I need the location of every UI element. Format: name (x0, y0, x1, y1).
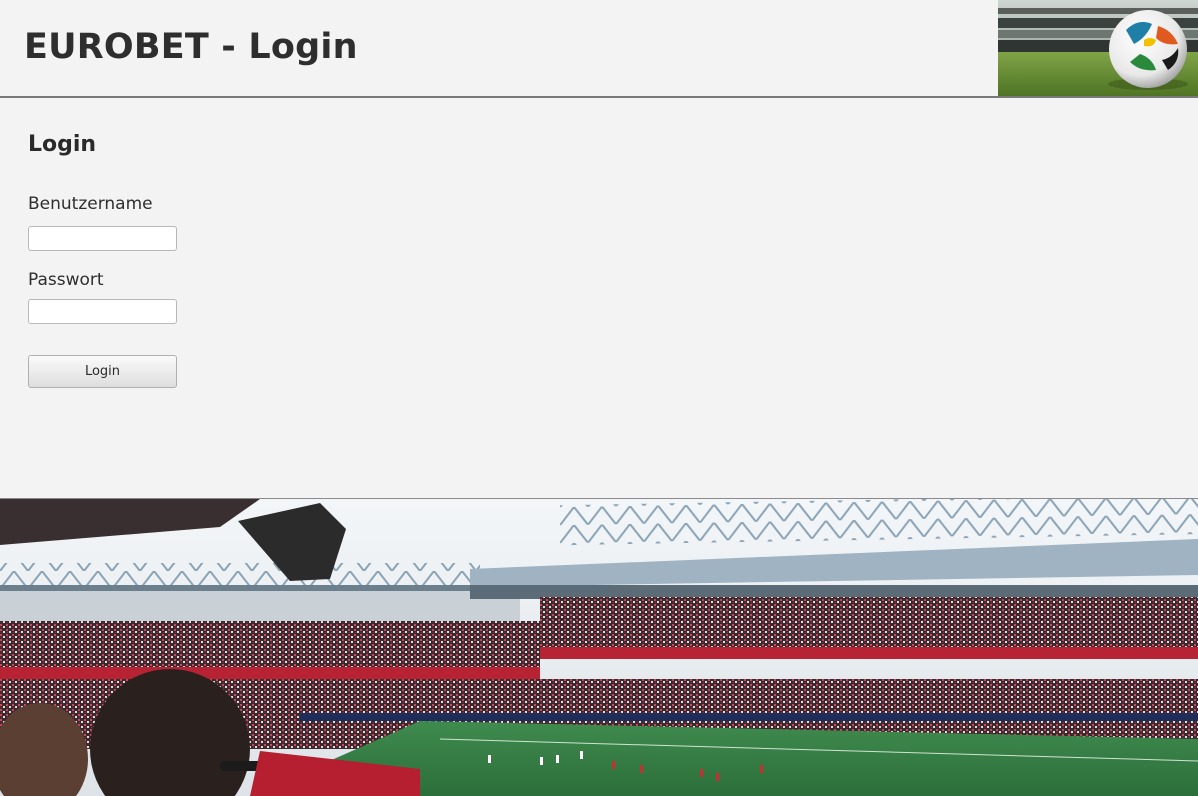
soccer-ball-image (998, 0, 1198, 96)
username-input[interactable] (28, 226, 177, 251)
login-heading: Login (28, 132, 97, 157)
password-label: Passwort (28, 270, 104, 290)
stadium-image (0, 499, 1198, 796)
password-input[interactable] (28, 299, 177, 324)
page-title: EUROBET - Login (24, 27, 358, 67)
username-label: Benutzername (28, 194, 153, 214)
header-bar: EUROBET - Login (0, 0, 1198, 98)
login-panel: Login Benutzername Passwort Login (0, 98, 1198, 499)
login-button[interactable]: Login (28, 355, 177, 388)
